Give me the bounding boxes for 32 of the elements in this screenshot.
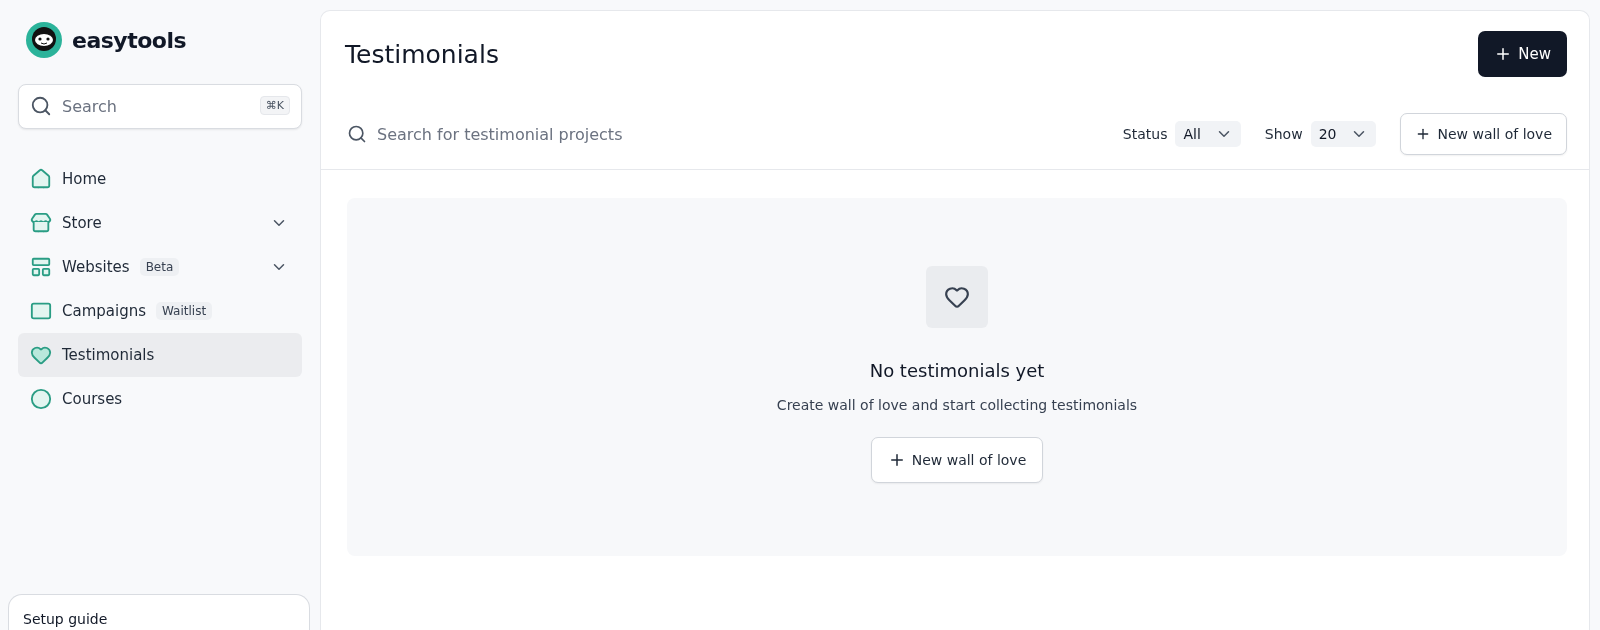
nav-label: Home — [62, 170, 107, 188]
nav-tag: Waitlist — [156, 302, 213, 320]
search-icon — [347, 124, 367, 144]
brand-name: easytools — [72, 27, 187, 53]
nav-item[interactable]: Home — [18, 157, 302, 201]
new-wall-button[interactable]: New wall of love — [1400, 113, 1567, 155]
empty-text: Create wall of love and start collecting testimonials — [776, 397, 1138, 413]
nav-label: Websites — [62, 258, 130, 276]
nav-label: Courses — [62, 390, 123, 408]
filter-dropdown[interactable]: All — [1175, 121, 1241, 147]
page-title: Testimonials — [345, 39, 499, 69]
nav-label: Testimonials — [62, 346, 155, 364]
nav-label: Store — [62, 214, 102, 232]
filter-dropdown[interactable]: 20 — [1310, 121, 1377, 147]
filter-label: Status — [1122, 126, 1168, 142]
nav-item[interactable]: Campaigns Waitlist — [18, 289, 302, 333]
new-button[interactable]: New — [1478, 31, 1567, 77]
nav-item[interactable]: Courses — [18, 377, 302, 421]
setup-guide-card[interactable]: Setup guide — [8, 594, 310, 630]
nav-tag: Beta — [139, 258, 180, 276]
new-wall-button[interactable]: New wall of love — [870, 437, 1044, 483]
nav-label: Campaigns — [62, 302, 146, 320]
search-icon — [30, 95, 52, 117]
nav-item[interactable]: Testimonials — [18, 333, 302, 377]
sloth-logo-icon — [26, 22, 62, 58]
shortcut-hint: ⌘K — [259, 96, 290, 115]
setup-guide-title: Setup guide — [23, 611, 109, 627]
heart-icon — [944, 284, 970, 310]
filter-label: Show — [1264, 126, 1303, 142]
nav-item[interactable]: Store — [18, 201, 302, 245]
nav-item[interactable]: Websites Beta — [18, 245, 302, 289]
empty-title: No testimonials yet — [869, 360, 1045, 381]
